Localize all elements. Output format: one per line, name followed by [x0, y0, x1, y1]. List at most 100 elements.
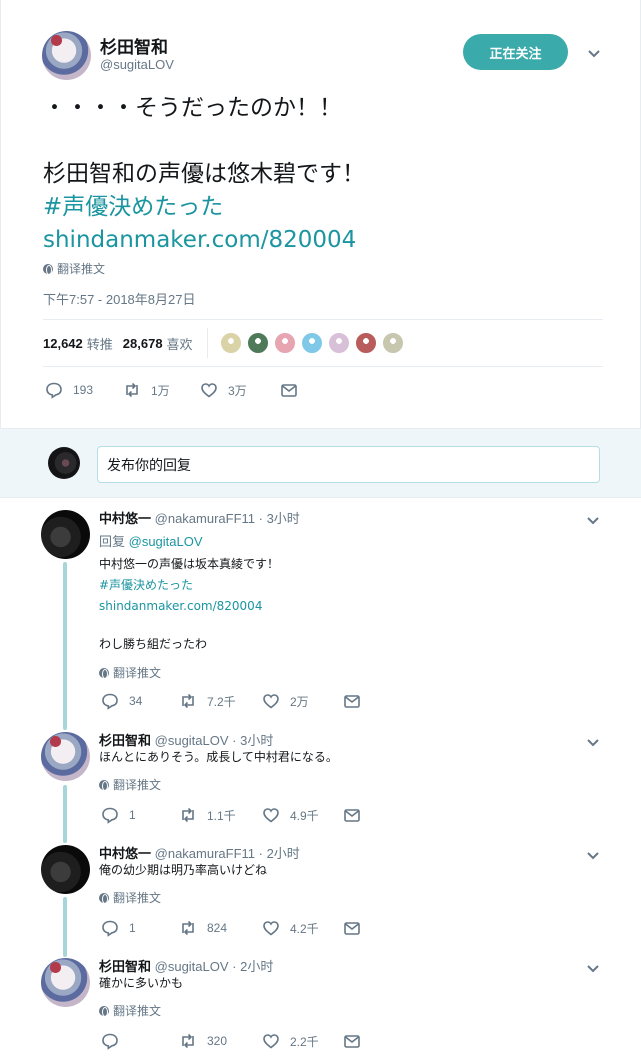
author-name[interactable]: 杉田智和 — [100, 33, 168, 58]
translate-tweet-link[interactable]: 翻译推文 — [99, 776, 161, 793]
reply-line: 俺の幼少期は明乃率高いけどね — [99, 863, 268, 877]
retweet-action-count: 7.2千 — [207, 694, 236, 709]
like-button[interactable]: 2.2千 — [262, 1032, 343, 1050]
heart-icon — [263, 1034, 279, 1049]
chevron-down-icon[interactable] — [585, 734, 601, 750]
reply-author-name[interactable]: 杉田智和 — [99, 959, 151, 974]
reply-icon — [102, 693, 118, 710]
heart-icon — [263, 921, 279, 936]
reply-button[interactable]: 1 — [101, 806, 179, 824]
liker-avatar[interactable] — [219, 332, 242, 354]
reply-actions: 1 824 4.2千 — [101, 919, 363, 937]
url-link[interactable]: shindanmaker.com/820004 — [43, 224, 603, 257]
like-button[interactable]: 3万 — [200, 381, 280, 399]
liker-avatar[interactable] — [381, 332, 404, 354]
reply-input[interactable]: 发布你的回复 — [97, 446, 600, 483]
reply-author-name[interactable]: 中村悠一 — [99, 846, 151, 861]
author-handle[interactable]: @sugitaLOV — [100, 57, 174, 72]
reply-meta[interactable]: @sugitaLOV · 2小时 — [155, 959, 274, 974]
heart-icon — [201, 383, 217, 398]
translate-label: 翻译推文 — [113, 1004, 162, 1018]
translate-label: 翻译推文 — [113, 891, 162, 905]
reply-actions: 1 1.1千 4.9千 — [101, 806, 363, 824]
retweet-count[interactable]: 12,642 — [43, 336, 83, 351]
chevron-down-icon[interactable] — [585, 847, 601, 863]
reply-author-name[interactable]: 杉田智和 — [99, 733, 151, 748]
reply-count: 1 — [129, 921, 136, 935]
chevron-down-icon[interactable] — [586, 45, 602, 61]
translate-tweet-link[interactable]: 翻译推文 — [99, 889, 161, 906]
message-button[interactable] — [343, 919, 363, 937]
retweet-action-count: 824 — [207, 921, 228, 935]
hashtag-link[interactable]: #声優決めたった — [99, 575, 279, 596]
reply-button[interactable] — [101, 1032, 179, 1050]
reply-button[interactable]: 34 — [101, 692, 179, 710]
reply-text: ほんとにありそう。成長して中村君になる。 — [99, 747, 338, 768]
url-link[interactable]: shindanmaker.com/820004 — [99, 596, 279, 617]
liker-avatar[interactable] — [327, 332, 350, 354]
reply-avatar[interactable] — [41, 958, 90, 1007]
reply-avatar[interactable] — [41, 845, 90, 894]
reply-header: 中村悠一 @nakamuraFF11 · 3小时 — [99, 508, 300, 527]
reply-to-line: 回复 @sugitaLOV — [99, 531, 203, 552]
retweet-action-count: 320 — [207, 1034, 228, 1048]
chevron-down-icon[interactable] — [585, 960, 601, 976]
reply-meta[interactable]: @sugitaLOV · 3小时 — [155, 733, 274, 748]
reply-icon — [46, 382, 62, 399]
like-count[interactable]: 28,678 — [123, 336, 163, 351]
liker-avatar[interactable] — [354, 332, 377, 354]
retweet-button[interactable]: 824 — [179, 919, 262, 937]
like-button[interactable]: 4.2千 — [262, 919, 343, 937]
stats-divider — [206, 328, 208, 358]
retweet-icon — [182, 693, 194, 709]
reply-to-mention[interactable]: @sugitaLOV — [129, 534, 203, 549]
reply-avatar[interactable] — [41, 732, 90, 781]
retweet-button[interactable]: 7.2千 — [179, 692, 262, 710]
tweet-timestamp[interactable]: 下午7:57 - 2018年8月27日 — [43, 289, 195, 308]
liker-avatar[interactable] — [300, 332, 323, 354]
translate-tweet-link[interactable]: 翻译推文 — [99, 1002, 161, 1019]
reply-meta[interactable]: @nakamuraFF11 · 2小时 — [155, 846, 300, 861]
envelope-icon — [281, 384, 297, 397]
reply-author-name[interactable]: 中村悠一 — [99, 511, 151, 526]
like-button[interactable]: 2万 — [262, 692, 343, 710]
current-user-avatar — [48, 447, 80, 479]
liker-avatar[interactable] — [273, 332, 296, 354]
reply-text: 中村悠一の声優は坂本真綾です！ #声優決めたった shindanmaker.co… — [99, 554, 279, 655]
main-tweet: 杉田智和 @sugitaLOV 正在关注 ・・・・そうだったのか！！ 杉田智和の… — [0, 0, 641, 428]
tweet-line: ・・・・そうだったのか！！ — [43, 95, 342, 121]
like-button[interactable]: 4.9千 — [262, 806, 343, 824]
author-avatar[interactable] — [42, 31, 91, 80]
message-button[interactable] — [343, 692, 363, 710]
chevron-down-icon[interactable] — [585, 512, 601, 528]
globe-icon — [99, 892, 109, 904]
message-button[interactable] — [343, 1032, 363, 1050]
liker-avatar[interactable] — [246, 332, 269, 354]
translate-label: 翻译推文 — [57, 262, 106, 276]
retweet-icon — [182, 920, 194, 936]
following-button[interactable]: 正在关注 — [463, 34, 568, 70]
message-button[interactable] — [280, 381, 298, 399]
reply-line: ほんとにありそう。成長して中村君になる。 — [99, 750, 338, 764]
translate-tweet-link[interactable]: 翻译推文 — [99, 664, 161, 681]
like-label[interactable]: 喜欢 — [167, 334, 193, 353]
reply-composer: 发布你的回复 — [0, 428, 641, 498]
reply-button[interactable]: 1 — [101, 919, 179, 937]
envelope-icon — [344, 1035, 360, 1048]
hashtag-link[interactable]: #声優決めたった — [43, 191, 603, 224]
like-action-count: 2.2千 — [290, 1034, 319, 1049]
retweet-button[interactable]: 1.1千 — [179, 806, 262, 824]
reply-button[interactable]: 193 — [45, 381, 123, 399]
message-button[interactable] — [343, 806, 363, 824]
globe-icon — [99, 667, 109, 679]
reply-avatar[interactable] — [41, 510, 90, 559]
reply-actions: 320 2.2千 — [101, 1032, 363, 1050]
tweet-stats: 12,642 转推 28,678 喜欢 — [43, 319, 603, 367]
retweet-button[interactable]: 1万 — [123, 381, 200, 399]
translate-tweet-link[interactable]: 翻译推文 — [43, 260, 105, 277]
reply-line-blank — [99, 617, 279, 634]
retweet-button[interactable]: 320 — [179, 1032, 262, 1050]
reply-meta[interactable]: @nakamuraFF11 · 3小时 — [155, 511, 300, 526]
retweet-label[interactable]: 转推 — [87, 334, 113, 353]
